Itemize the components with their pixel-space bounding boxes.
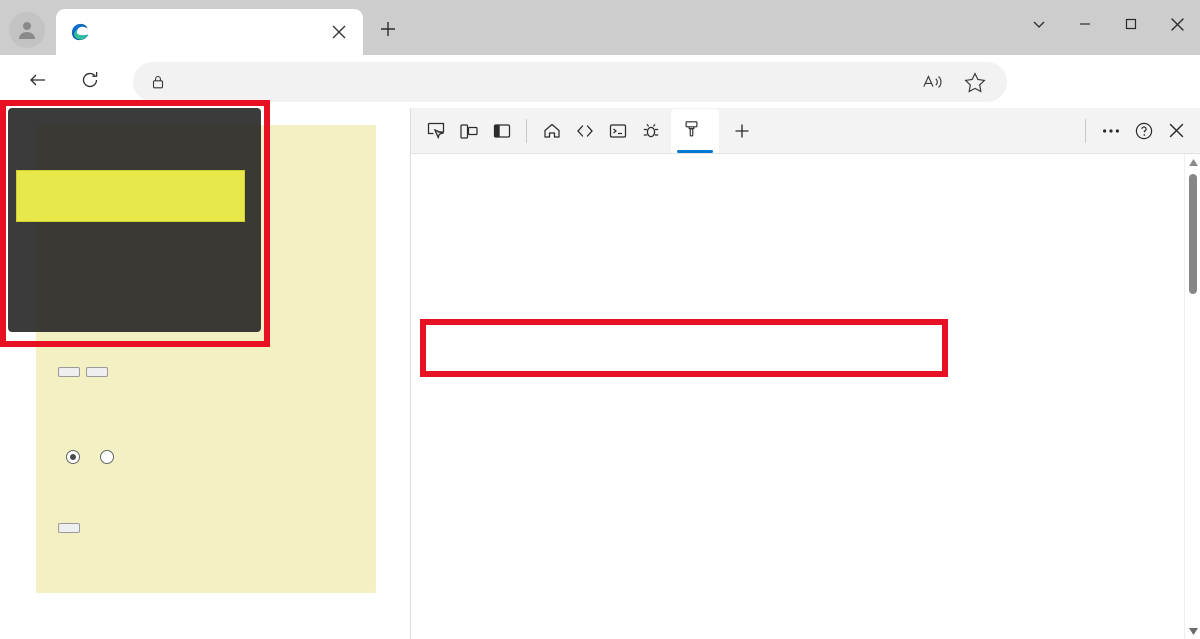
element-buttons-row xyxy=(58,367,108,377)
scrollbar-thumb[interactable] xyxy=(1189,174,1197,294)
account-avatar-icon xyxy=(15,18,39,42)
address-bar-actions xyxy=(915,69,993,95)
new-tab-button[interactable] xyxy=(372,15,404,47)
lock-icon xyxy=(147,74,169,90)
radio-slow-indicator xyxy=(66,450,80,464)
home-icon[interactable] xyxy=(535,115,568,147)
read-aloud-icon[interactable] xyxy=(915,69,951,95)
back-button[interactable] xyxy=(22,66,54,98)
add-panel-plus-icon[interactable] xyxy=(725,115,758,147)
tab-actions-chevron-down-icon[interactable] xyxy=(1016,0,1062,48)
devtools-panel xyxy=(410,108,1200,639)
frame-rate-overlay xyxy=(8,108,261,332)
add-elements-button[interactable] xyxy=(58,367,80,377)
scroll-up-arrow-icon[interactable] xyxy=(1185,154,1200,170)
console-icon[interactable] xyxy=(601,115,634,147)
window-controls xyxy=(1016,0,1200,48)
toolbar-divider xyxy=(526,118,527,143)
devtools-toolbar xyxy=(411,108,1200,154)
stop-button[interactable] xyxy=(58,523,80,533)
profile-avatar-button[interactable] xyxy=(9,12,45,48)
rendering-panel-scrollbar[interactable] xyxy=(1184,154,1200,639)
minimize-icon[interactable] xyxy=(1062,0,1108,48)
tab-close-icon[interactable] xyxy=(325,18,353,46)
reload-button[interactable] xyxy=(74,66,106,98)
address-bar[interactable] xyxy=(133,62,1007,102)
scroll-down-arrow-icon[interactable] xyxy=(1185,623,1200,639)
navigation-bar xyxy=(0,55,1200,138)
toolbar-divider-right xyxy=(1085,118,1086,143)
dock-side-icon[interactable] xyxy=(485,115,518,147)
browser-window xyxy=(0,0,1200,639)
radio-optimized-indicator xyxy=(100,450,114,464)
devtools-more-ellipsis-icon[interactable] xyxy=(1094,115,1127,147)
elements-icon[interactable] xyxy=(568,115,601,147)
help-icon[interactable] xyxy=(1127,115,1160,147)
maximize-icon[interactable] xyxy=(1108,0,1154,48)
window-close-icon[interactable] xyxy=(1154,0,1200,48)
radio-slow[interactable] xyxy=(66,450,86,464)
back-arrow-icon xyxy=(28,70,48,95)
edge-logo-icon xyxy=(70,22,90,42)
remove-elements-button[interactable] xyxy=(86,367,108,377)
reload-icon xyxy=(80,70,100,95)
device-toolbar-icon[interactable] xyxy=(452,115,485,147)
browser-tab[interactable] xyxy=(56,9,363,55)
title-bar xyxy=(0,0,1200,55)
frame-throughput-chart xyxy=(16,170,245,222)
radio-optimized[interactable] xyxy=(100,450,120,464)
inspect-element-icon[interactable] xyxy=(419,115,452,147)
tab-rendering[interactable] xyxy=(671,108,719,153)
devtools-toolbar-right xyxy=(1077,115,1200,147)
sources-debug-icon[interactable] xyxy=(634,115,667,147)
favorite-star-icon[interactable] xyxy=(957,69,993,95)
plus-icon xyxy=(379,20,397,43)
animation-mode-radio-group xyxy=(66,450,120,464)
devtools-close-icon[interactable] xyxy=(1160,115,1193,147)
rendering-options-list xyxy=(411,154,1200,639)
rendering-brush-icon xyxy=(683,120,700,142)
